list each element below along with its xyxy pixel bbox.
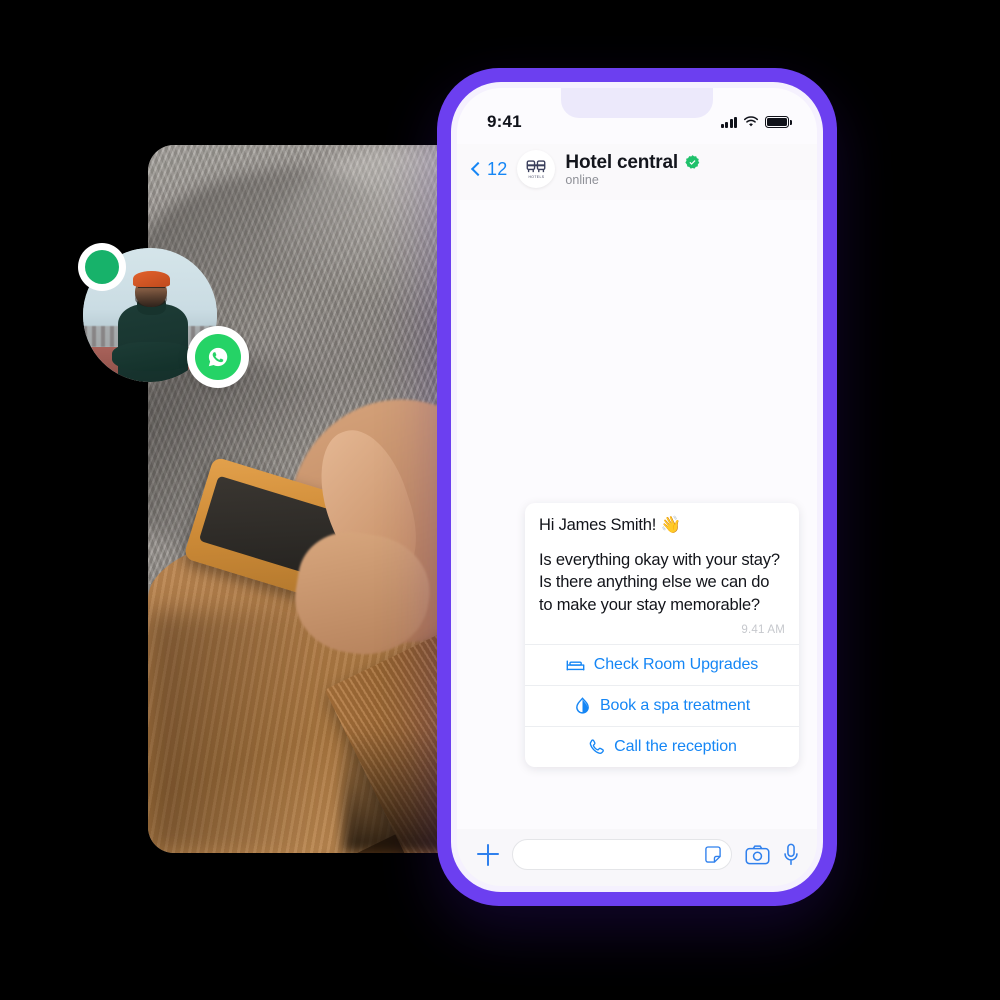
avatar-arms: [112, 341, 193, 372]
status-bar-icons: [721, 116, 792, 128]
whatsapp-badge: [187, 326, 249, 388]
quick-reply-label: Call the reception: [614, 738, 737, 755]
phone-mockup: 9:41 12 HOTELS Hotel central online Hi J…: [437, 68, 837, 906]
phone-screen: 9:41 12 HOTELS Hotel central online Hi J…: [457, 88, 817, 886]
message-input-field[interactable]: [512, 839, 732, 870]
wifi-icon: [743, 116, 759, 127]
quick-reply-call-the-reception[interactable]: Call the reception: [525, 726, 799, 767]
chat-header: 12 HOTELS Hotel central online: [457, 144, 817, 200]
verified-badge-icon: [685, 155, 700, 169]
microphone-icon[interactable]: [783, 843, 799, 866]
online-status-dot: [85, 250, 119, 284]
hotel-logo-caption: HOTELS: [528, 175, 545, 179]
back-button[interactable]: 12: [470, 158, 508, 180]
avatar-group: [83, 248, 249, 388]
chat-title: Hotel central: [565, 151, 678, 173]
hotel-beds-icon: [526, 159, 546, 174]
phone-body: 9:41 12 HOTELS Hotel central online Hi J…: [451, 82, 823, 892]
chat-title-block[interactable]: Hotel central online: [565, 152, 701, 187]
chevron-left-icon: [470, 161, 486, 177]
quick-reply-book-a-spa-treatment[interactable]: Book a spa treatment: [525, 685, 799, 726]
message-greeting: Hi James Smith! 👋: [539, 515, 681, 534]
quick-reply-label: Book a spa treatment: [599, 697, 751, 714]
status-bar: 9:41: [457, 88, 817, 144]
camera-icon[interactable]: [745, 844, 770, 866]
unread-count: 12: [487, 158, 508, 179]
whatsapp-icon: [195, 334, 241, 380]
sticker-icon[interactable]: [703, 845, 723, 865]
scene: 9:41 12 HOTELS Hotel central online Hi J…: [0, 0, 1000, 1000]
hotel-logo-avatar[interactable]: HOTELS: [517, 150, 556, 188]
chat-body: Hi James Smith! 👋 Is everything okay wit…: [457, 200, 817, 829]
message-timestamp: 9.41 AM: [741, 624, 785, 636]
phone-call-icon: [589, 739, 605, 754]
battery-icon: [765, 116, 792, 128]
avatar-glasses: [137, 286, 165, 292]
spa-droplet-icon: [576, 697, 589, 714]
message-text-block: Hi James Smith! 👋 Is everything okay wit…: [525, 503, 799, 622]
message-input-bar: [457, 829, 817, 886]
bed-icon: [566, 659, 585, 671]
status-bar-clock: 9:41: [487, 112, 522, 131]
chat-name-row: Hotel central: [565, 152, 701, 174]
avatar-beanie: [132, 270, 171, 287]
message-body: Is everything okay with your stay? Is th…: [539, 550, 780, 615]
quick-reply-label: Check Room Upgrades: [593, 656, 759, 673]
chat-presence-status: online: [565, 172, 599, 187]
cellular-signal-icon: [721, 116, 737, 128]
message-card: Hi James Smith! 👋 Is everything okay wit…: [525, 502, 799, 767]
plus-icon[interactable]: [477, 843, 499, 866]
quick-reply-check-room-upgrades[interactable]: Check Room Upgrades: [525, 644, 799, 685]
